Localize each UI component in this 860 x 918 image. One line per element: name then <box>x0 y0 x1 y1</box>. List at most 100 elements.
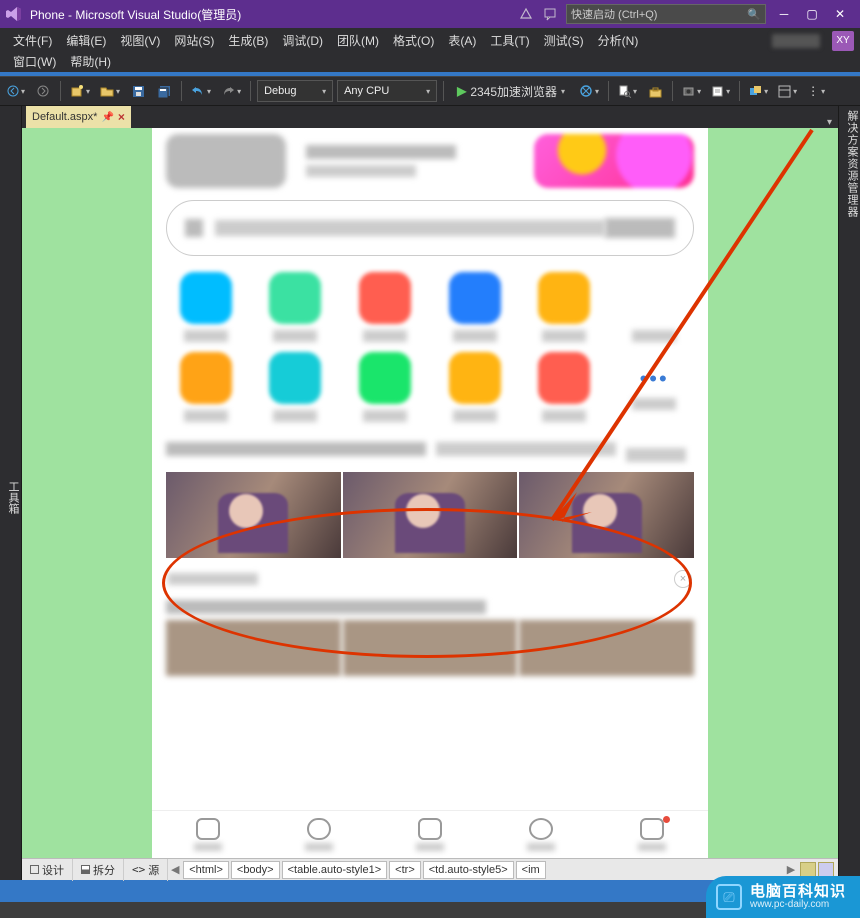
app-icon <box>628 272 680 324</box>
nav-back-button[interactable] <box>4 80 28 102</box>
app-shortcut-3[interactable] <box>435 272 515 342</box>
menu-debug[interactable]: 调试(D) <box>276 30 329 51</box>
app-shortcut-5[interactable] <box>614 272 694 342</box>
view-source-button[interactable]: <>源 <box>124 859 168 881</box>
search-icon: 🔍 <box>747 8 761 21</box>
crumb-img[interactable]: <im <box>516 861 546 879</box>
menu-website[interactable]: 网站(S) <box>168 30 220 51</box>
designer-surface[interactable]: ••• × <box>22 128 838 858</box>
overflow-button[interactable]: ⋮ <box>804 80 828 102</box>
crumb-td[interactable]: <td.auto-style5> <box>423 861 514 879</box>
view-design-button[interactable]: 设计 <box>22 859 73 881</box>
menu-table[interactable]: 表(A) <box>442 30 482 51</box>
menu-format[interactable]: 格式(O) <box>387 30 440 51</box>
menu-build[interactable]: 生成(B) <box>222 30 274 51</box>
menu-analyze[interactable]: 分析(N) <box>592 30 645 51</box>
header-weather-widget[interactable] <box>534 134 694 188</box>
app-shortcut-6[interactable] <box>166 352 246 422</box>
target-fx-button[interactable] <box>746 80 771 102</box>
save-all-button[interactable] <box>153 80 175 102</box>
maximize-button[interactable]: ▢ <box>798 3 826 25</box>
toolbox-icon[interactable] <box>644 80 666 102</box>
undo-button[interactable] <box>188 80 214 102</box>
feedback-icon[interactable] <box>538 3 562 25</box>
menu-window[interactable]: 窗口(W) <box>7 51 62 72</box>
menu-test[interactable]: 测试(S) <box>538 30 590 51</box>
nav-forward-button[interactable] <box>32 80 54 102</box>
crumb-html[interactable]: <html> <box>183 861 229 879</box>
start-debug-button[interactable]: ▶ 2345加速浏览器 ▾ <box>450 80 572 102</box>
browser-link-button[interactable] <box>576 80 602 102</box>
redo-button[interactable] <box>218 80 244 102</box>
extensions-button[interactable] <box>679 80 704 102</box>
quick-launch-input[interactable]: 快速启动 (Ctrl+Q) 🔍 <box>566 4 766 24</box>
crumb-back-icon[interactable]: ◀ <box>168 863 182 876</box>
file-tab-default-aspx[interactable]: Default.aspx* 📌 × <box>26 106 131 128</box>
search-icon <box>185 219 203 237</box>
search-bar[interactable] <box>166 200 694 256</box>
watermark-logo-icon: ⎚ <box>716 884 742 910</box>
app-icon <box>269 352 321 404</box>
toolbox-panel-tab[interactable]: 工具箱 <box>0 106 22 880</box>
menubar: 文件(F) 编辑(E) 视图(V) 网站(S) 生成(B) 调试(D) 团队(M… <box>0 28 860 72</box>
crumb-body[interactable]: <body> <box>231 861 280 879</box>
signed-in-user[interactable] <box>772 34 820 48</box>
nav-5[interactable] <box>638 818 666 851</box>
app-shortcut-2[interactable] <box>345 272 425 342</box>
file-tab-label: Default.aspx* <box>32 111 97 123</box>
crumb-table[interactable]: <table.auto-style1> <box>282 861 388 879</box>
menu-help[interactable]: 帮助(H) <box>64 51 117 72</box>
layout-button[interactable] <box>775 80 800 102</box>
app-label <box>542 330 586 342</box>
menu-view[interactable]: 视图(V) <box>114 30 166 51</box>
app-shortcut-10[interactable] <box>525 352 605 422</box>
header-line-2 <box>306 165 416 177</box>
ide-dock: 工具箱 Default.aspx* 📌 × ▾ <box>0 106 860 880</box>
document-tabstrip: Default.aspx* 📌 × ▾ <box>22 106 838 128</box>
app-shortcut-7[interactable] <box>256 352 336 422</box>
menu-file[interactable]: 文件(F) <box>7 30 58 51</box>
badge-dot-icon <box>663 816 670 823</box>
app-shortcut-8[interactable] <box>345 352 425 422</box>
save-button[interactable] <box>127 80 149 102</box>
notifications-icon[interactable] <box>514 3 538 25</box>
menu-edit[interactable]: 编辑(E) <box>60 30 112 51</box>
minimize-button[interactable]: ─ <box>770 3 798 25</box>
menu-tools[interactable]: 工具(T) <box>484 30 535 51</box>
new-project-button[interactable] <box>67 80 93 102</box>
solution-config-combo[interactable]: Debug <box>257 80 333 102</box>
search-action[interactable] <box>605 218 675 238</box>
titlebar: Phone - Microsoft Visual Studio(管理员) 快速启… <box>0 0 860 28</box>
app-label <box>363 410 407 422</box>
user-avatar-badge[interactable]: XY <box>832 31 854 51</box>
more-apps-icon[interactable]: ••• <box>640 352 669 392</box>
app-shortcut-1[interactable] <box>256 272 336 342</box>
app-shortcut-9[interactable] <box>435 352 515 422</box>
app-label <box>273 410 317 422</box>
panel-tab-solution-explorer[interactable]: 解决方案资源管理器 <box>844 110 860 880</box>
app-shortcut-0[interactable] <box>166 272 246 342</box>
find-in-files-button[interactable] <box>615 80 640 102</box>
close-button[interactable]: ✕ <box>826 3 854 25</box>
app-label <box>453 330 497 342</box>
app-label <box>453 410 497 422</box>
new-item-button[interactable] <box>708 80 733 102</box>
app-shortcut-11[interactable]: ••• <box>614 352 694 422</box>
close-tab-icon[interactable]: × <box>118 110 125 124</box>
open-file-button[interactable] <box>97 80 123 102</box>
visual-studio-logo-icon <box>6 6 22 22</box>
view-split-button[interactable]: 拆分 <box>73 859 124 881</box>
nav-2[interactable] <box>305 818 333 851</box>
crumb-fwd-icon[interactable]: ▶ <box>784 863 798 876</box>
nav-1[interactable] <box>194 818 222 851</box>
menu-team[interactable]: 团队(M) <box>331 30 385 51</box>
nav-3[interactable] <box>416 818 444 851</box>
app-icon <box>359 352 411 404</box>
nav-4[interactable] <box>527 818 555 851</box>
pin-icon[interactable]: 📌 <box>101 112 113 123</box>
solution-platform-combo[interactable]: Any CPU <box>337 80 437 102</box>
crumb-tr[interactable]: <tr> <box>389 861 421 879</box>
tabstrip-overflow-icon[interactable]: ▾ <box>821 117 838 128</box>
app-icon <box>449 272 501 324</box>
app-shortcut-4[interactable] <box>525 272 605 342</box>
